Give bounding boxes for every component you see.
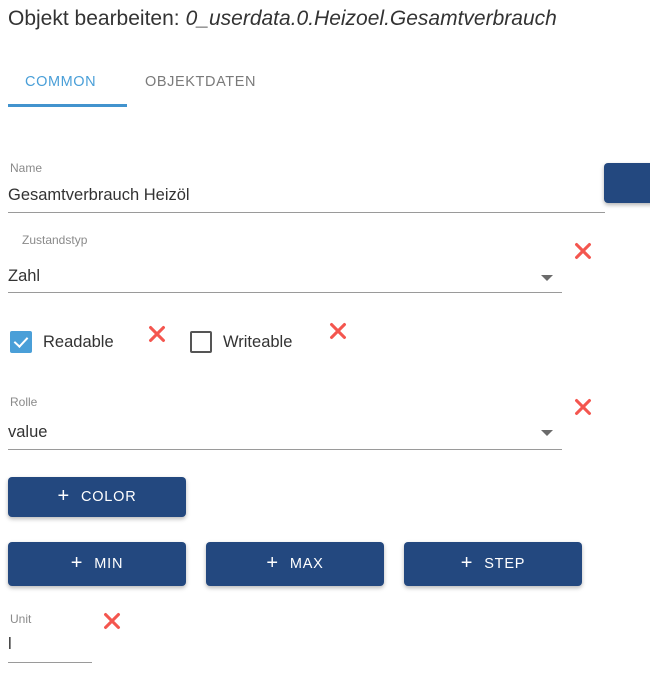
top-right-action-button[interactable]	[604, 163, 650, 203]
add-min-button[interactable]: + MIN	[8, 542, 186, 586]
tab-objektdaten[interactable]: OBJEKTDATEN	[145, 62, 256, 102]
name-field-underline	[8, 212, 605, 213]
readable-checkbox-group[interactable]: Readable	[10, 331, 114, 353]
add-color-button-label: COLOR	[80, 489, 137, 505]
close-x-icon[interactable]	[572, 240, 594, 262]
plus-icon: +	[57, 485, 70, 507]
writeable-checkbox-label: Writeable	[223, 332, 293, 351]
writeable-checkbox-group[interactable]: Writeable	[190, 331, 292, 353]
name-input[interactable]: Gesamtverbrauch Heizöl	[8, 184, 190, 206]
plus-icon: +	[70, 552, 84, 574]
rolle-field-underline	[8, 449, 562, 450]
writeable-checkbox[interactable]	[190, 331, 212, 353]
rolle-select[interactable]: value	[8, 421, 47, 443]
add-min-button-label: MIN	[94, 556, 124, 572]
tab-active-indicator	[8, 104, 127, 107]
readable-checkbox[interactable]	[10, 331, 32, 353]
close-x-icon[interactable]	[146, 323, 168, 345]
close-x-icon[interactable]	[327, 320, 349, 342]
add-step-button[interactable]: + STEP	[404, 542, 582, 586]
plus-icon: +	[266, 552, 279, 574]
zustandstyp-select[interactable]: Zahl	[8, 265, 40, 287]
close-x-icon[interactable]	[572, 396, 594, 418]
add-color-button[interactable]: + COLOR	[8, 477, 186, 517]
unit-field-label: Unit	[10, 612, 32, 626]
tab-bar: COMMON OBJEKTDATEN	[0, 62, 650, 108]
chevron-down-icon[interactable]	[541, 275, 553, 281]
page-title-static: Objekt bearbeiten:	[8, 7, 180, 30]
close-x-icon[interactable]	[101, 610, 123, 632]
rolle-field-label: Rolle	[10, 395, 38, 409]
readable-checkbox-label: Readable	[43, 332, 114, 351]
add-max-button[interactable]: + MAX	[206, 542, 384, 586]
add-step-button-label: STEP	[484, 556, 526, 572]
name-field-label: Name	[10, 161, 43, 175]
zustandstyp-field-underline	[8, 292, 562, 293]
unit-input[interactable]: l	[8, 633, 12, 655]
page-title: Objekt bearbeiten: 0_userdata.0.Heizoel.…	[8, 2, 650, 36]
chevron-down-icon[interactable]	[541, 430, 553, 436]
page-title-object-id: 0_userdata.0.Heizoel.Gesamtverbrauch	[185, 7, 557, 30]
zustandstyp-field-label: Zustandstyp	[22, 233, 88, 247]
unit-field-underline	[8, 662, 92, 663]
plus-icon: +	[460, 552, 474, 574]
add-max-button-label: MAX	[289, 556, 324, 572]
tab-common[interactable]: COMMON	[25, 62, 96, 102]
